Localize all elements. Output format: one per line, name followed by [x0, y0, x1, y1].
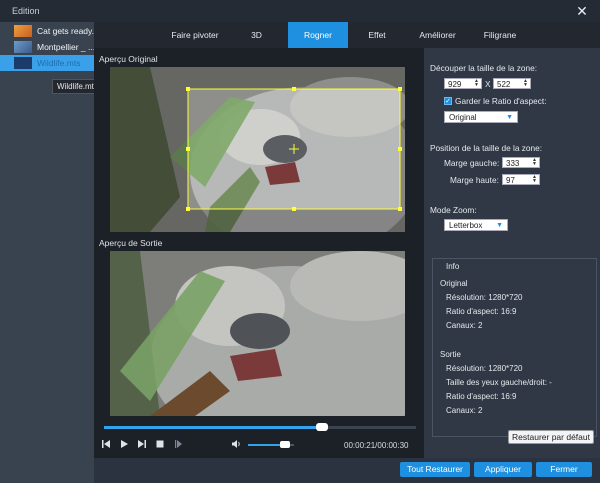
stepper-icon[interactable]: ▲ ▼ — [473, 79, 480, 88]
left-margin-label: Marge gauche: — [444, 158, 500, 168]
output-eye-size: Taille des yeux gauche/droit: - — [446, 378, 552, 387]
crop-width-field[interactable]: 929 ▲ ▼ — [444, 78, 482, 89]
original-title: Original — [440, 279, 468, 288]
preview-panel: Aperçu Original Aperçu de Sortie 00:00:2… — [94, 48, 424, 458]
koala-image — [110, 67, 405, 232]
restore-default-button[interactable]: Restaurer par défaut — [508, 430, 594, 444]
ratio-dropdown[interactable]: Original ▼ — [444, 111, 518, 123]
output-resolution: Résolution: 1280*720 — [446, 364, 523, 373]
stepper-icon[interactable]: ▲ ▼ — [522, 79, 529, 88]
zoom-mode-value: Letterbox — [449, 221, 483, 230]
stepper-icon[interactable]: ▲ ▼ — [531, 175, 538, 184]
file-item-selected[interactable]: Wildlife.mts — [0, 55, 94, 71]
output-preview — [110, 251, 405, 416]
ratio-dropdown-value: Original — [449, 113, 477, 122]
crop-settings-panel: Découper la taille de la zone: 929 ▲ ▼ X … — [424, 48, 600, 458]
info-title: Info — [444, 262, 462, 271]
tab-rogner[interactable]: Rogner — [288, 22, 348, 48]
output-title: Sortie — [440, 350, 461, 359]
output-ratio: Ratio d'aspect: 16:9 — [446, 392, 517, 401]
tab-filigrane[interactable]: Filigrane — [472, 22, 528, 48]
seek-bar[interactable] — [104, 423, 416, 431]
tab-faire-pivoter[interactable]: Faire pivoter — [156, 22, 234, 48]
crop-height-value: 522 — [497, 80, 511, 89]
file-thumbnail — [14, 41, 32, 53]
file-item[interactable]: Cat gets ready... — [0, 23, 94, 39]
output-preview-label: Aperçu de Sortie — [99, 238, 163, 248]
stop-icon[interactable] — [154, 438, 166, 450]
snapshot-icon[interactable] — [172, 438, 184, 450]
file-name: Montpellier _ ... — [37, 42, 94, 52]
crop-width-value: 929 — [448, 80, 462, 89]
tab-ameliorer[interactable]: Améliorer — [410, 22, 465, 48]
keep-ratio-checkbox[interactable]: ✓ — [444, 97, 452, 105]
top-margin-field[interactable]: 97 ▲ ▼ — [502, 174, 540, 185]
file-thumbnail — [14, 57, 32, 69]
seek-bar-progress — [104, 426, 323, 429]
play-icon[interactable] — [118, 438, 130, 450]
original-resolution: Résolution: 1280*720 — [446, 293, 523, 302]
tab-bar: Faire pivoter 3D Rogner Effet Améliorer … — [94, 22, 600, 48]
file-item[interactable]: Montpellier _ ... — [0, 39, 94, 55]
crop-height-field[interactable]: 522 ▲ ▼ — [493, 78, 531, 89]
next-frame-icon[interactable] — [136, 438, 148, 450]
position-title: Position de la taille de la zone: — [430, 143, 543, 153]
close-button[interactable]: Fermer — [536, 462, 592, 477]
zoom-mode-dropdown[interactable]: Letterbox ▼ — [444, 219, 508, 231]
original-preview-label: Aperçu Original — [99, 54, 158, 64]
tab-effet[interactable]: Effet — [352, 22, 402, 48]
original-preview — [110, 67, 405, 232]
koala-image — [110, 251, 405, 416]
volume-slider[interactable] — [248, 441, 294, 448]
left-margin-field[interactable]: 333 ▲ ▼ — [502, 157, 540, 168]
volume-handle[interactable] — [279, 441, 290, 448]
top-margin-label: Marge haute: — [450, 175, 499, 185]
original-channels: Canaux: 2 — [446, 321, 483, 330]
top-margin-value: 97 — [506, 176, 515, 185]
file-name: Wildlife.mts — [37, 58, 81, 68]
file-thumbnail — [14, 25, 32, 37]
close-icon[interactable]: ✕ — [574, 3, 590, 19]
previous-frame-icon[interactable] — [100, 438, 112, 450]
stepper-icon[interactable]: ▲ ▼ — [531, 158, 538, 167]
chevron-down-icon: ▼ — [496, 222, 503, 229]
time-display: 00:00:21/00:00:30 — [344, 441, 409, 450]
file-name: Cat gets ready... — [37, 26, 94, 36]
restore-all-button[interactable]: Tout Restaurer — [400, 462, 470, 477]
dimension-separator: X — [485, 79, 491, 89]
volume-icon[interactable] — [230, 438, 242, 450]
seek-handle[interactable] — [316, 423, 329, 431]
title-bar: Edition ✕ — [0, 0, 600, 22]
crop-size-title: Découper la taille de la zone: — [430, 63, 538, 73]
apply-button[interactable]: Appliquer — [474, 462, 532, 477]
keep-ratio-label: Garder le Ratio d'aspect: — [455, 96, 547, 106]
output-channels: Canaux: 2 — [446, 406, 483, 415]
original-ratio: Ratio d'aspect: 16:9 — [446, 307, 517, 316]
tab-3d[interactable]: 3D — [234, 22, 279, 48]
window-title: Edition — [12, 6, 40, 16]
zoom-mode-label: Mode Zoom: — [430, 205, 477, 215]
chevron-down-icon: ▼ — [506, 114, 513, 121]
left-margin-value: 333 — [506, 159, 520, 168]
